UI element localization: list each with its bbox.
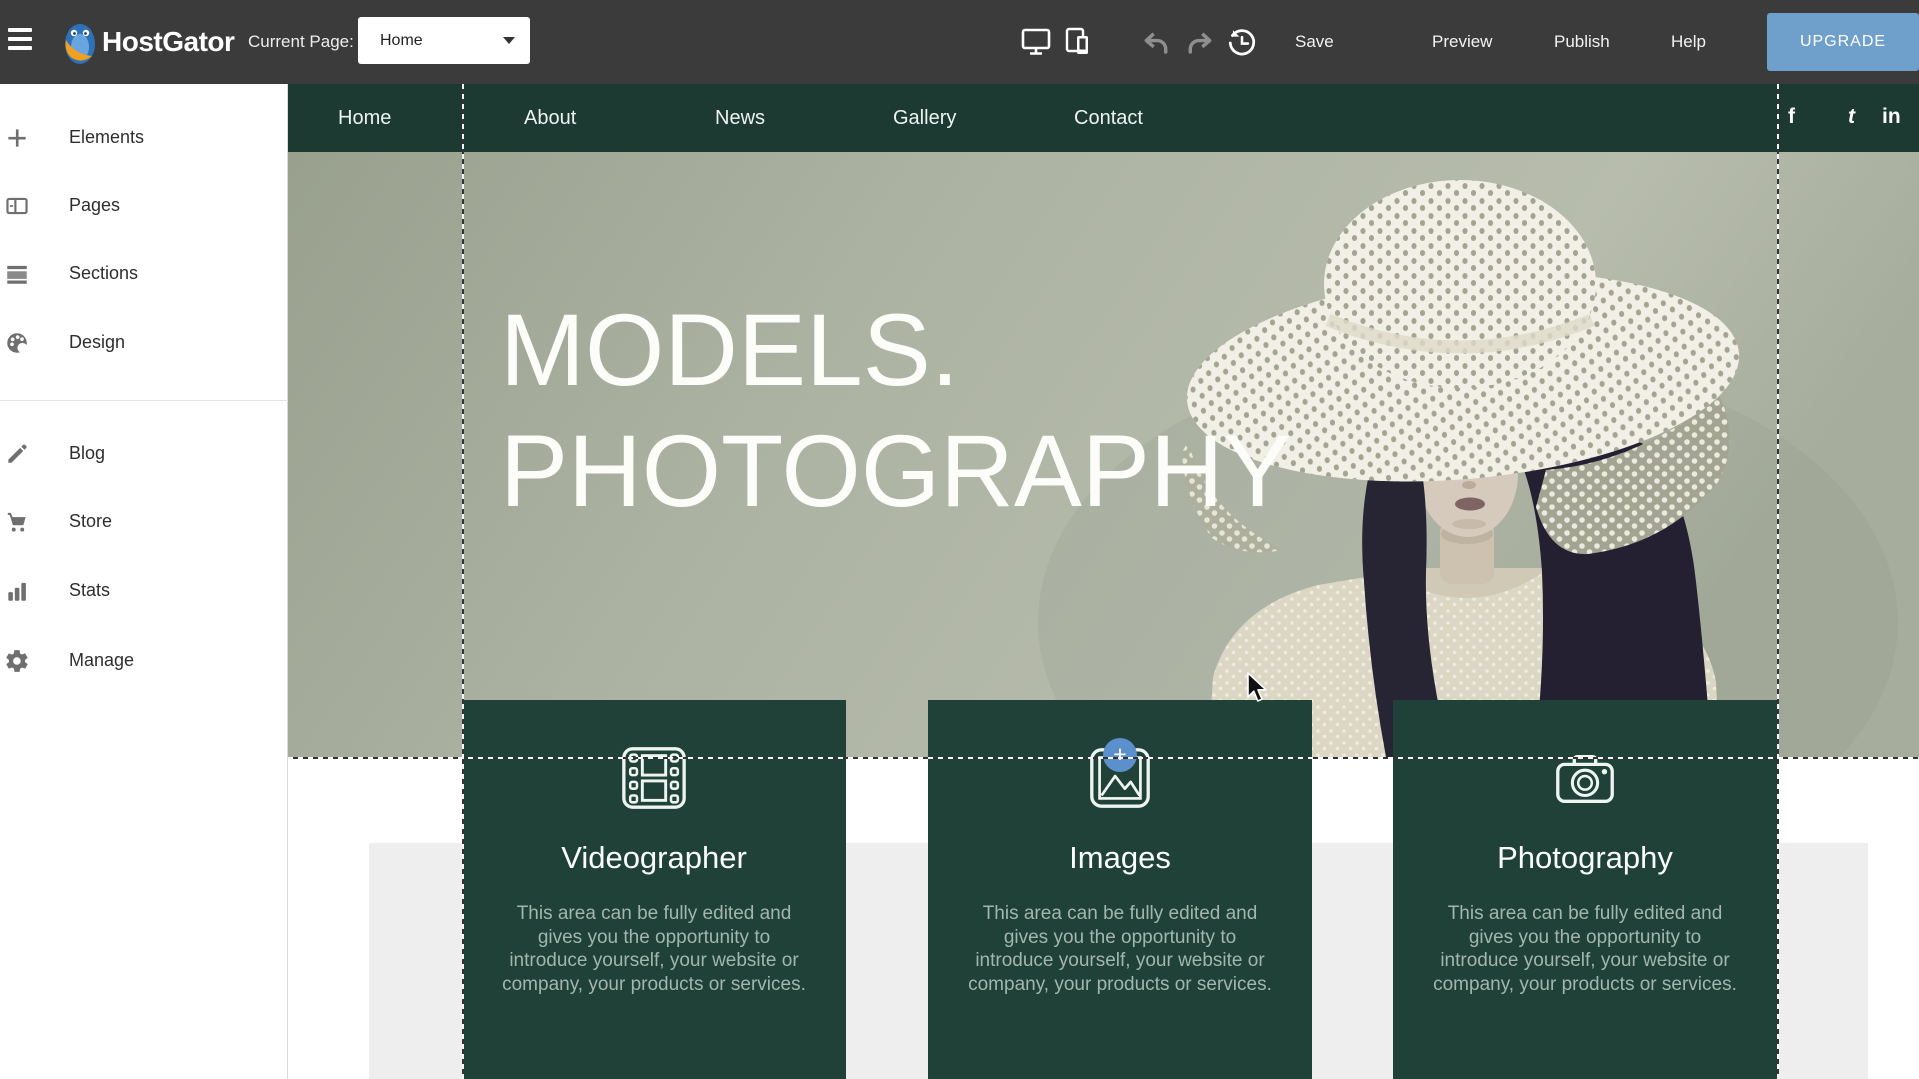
facebook-icon[interactable]: f [1788,84,1795,150]
hero-title-line1: MODELS. [500,290,1292,411]
current-page-label: Current Page: [248,0,354,84]
site-nav-news[interactable]: News [715,84,765,152]
sidebar-item-stats[interactable]: Stats [0,570,287,610]
help-button[interactable]: Help [1671,0,1706,84]
add-image-badge[interactable]: + [1103,738,1137,772]
hero-title[interactable]: MODELS. PHOTOGRAPHY [500,290,1292,532]
hero-title-line2: PHOTOGRAPHY [500,411,1292,532]
upgrade-button[interactable]: UPGRADE [1767,13,1919,71]
redo-icon[interactable] [1184,28,1216,60]
card-title: Photography [1393,840,1777,876]
sidebar-item-store[interactable]: Store [0,501,287,541]
card-body: This area can be fully edited andgives y… [958,902,1282,996]
sections-icon [4,261,30,287]
history-icon[interactable] [1226,27,1258,59]
sidebar-item-sections[interactable]: Sections [0,253,287,293]
twitter-icon[interactable]: t [1848,84,1855,150]
cart-icon [4,509,30,535]
sidebar-item-pages[interactable]: Pages [0,185,287,225]
mobile-view-icon[interactable] [1062,26,1094,58]
selection-guide-horizontal [288,757,1919,759]
site-nav-contact[interactable]: Contact [1074,84,1143,152]
editor-sidebar: Elements Pages Sections Design [0,84,288,1079]
page-select[interactable]: Home [358,17,530,64]
film-icon [619,743,689,813]
plus-icon [4,125,30,151]
hostgator-logo-icon [62,20,98,66]
camera-icon [1550,743,1620,813]
card-title: Images [928,840,1312,876]
sidebar-item-manage[interactable]: Manage [0,640,287,680]
menu-icon[interactable] [8,28,32,54]
chevron-down-icon [503,37,515,44]
hero-section[interactable]: MODELS. PHOTOGRAPHY [288,152,1919,757]
card-body: This area can be fully edited andgives y… [492,902,816,996]
brand-wordmark: HostGator [102,0,234,84]
page-select-value: Home [380,17,423,64]
gear-icon [4,648,30,674]
mouse-cursor [1246,672,1270,704]
site-nav-about[interactable]: About [524,84,576,152]
desktop-view-icon[interactable] [1020,26,1052,58]
palette-icon [4,330,30,356]
sidebar-item-blog[interactable]: Blog [0,433,287,473]
pencil-icon [4,441,30,467]
save-button[interactable]: Save [1295,0,1334,84]
sidebar-divider [0,400,288,401]
card-title: Videographer [462,840,846,876]
screen: HostGator Current Page: Home Sav [0,0,1919,1079]
site-nav-gallery[interactable]: Gallery [893,84,956,152]
selection-guide-right [1777,84,1779,1079]
site-nav-home[interactable]: Home [338,84,391,152]
selection-guide-left [462,84,464,1079]
bar-chart-icon [4,578,30,604]
linkedin-icon[interactable]: in [1882,84,1901,150]
undo-icon[interactable] [1140,28,1172,60]
site-navbar: Home About News Gallery Contact f t in [288,84,1919,152]
publish-button[interactable]: Publish [1554,0,1610,84]
site-canvas: Home About News Gallery Contact f t in [288,84,1919,1079]
sidebar-item-design[interactable]: Design [0,322,287,362]
preview-button[interactable]: Preview [1432,0,1492,84]
pages-icon [4,193,30,219]
top-toolbar: HostGator Current Page: Home Sav [0,0,1919,84]
card-body: This area can be fully edited andgives y… [1423,902,1747,996]
sidebar-item-elements[interactable]: Elements [0,117,287,157]
